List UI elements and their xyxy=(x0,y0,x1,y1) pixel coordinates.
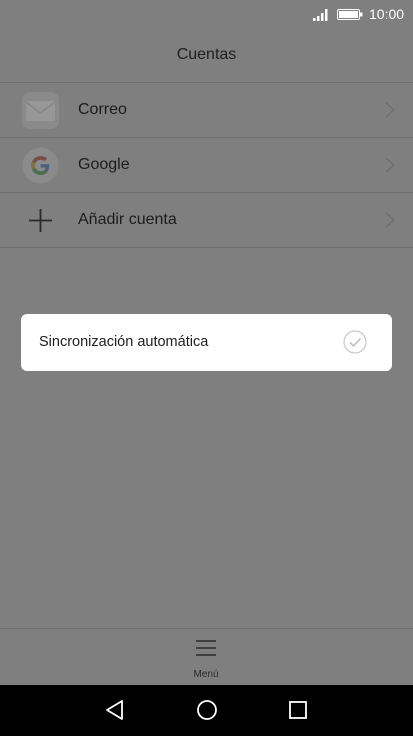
hamburger-icon xyxy=(196,640,216,656)
signal-icon xyxy=(313,9,328,21)
recents-square-icon[interactable] xyxy=(286,698,310,722)
auto-sync-dialog: Sincronización automática xyxy=(21,314,392,371)
list-item-label: Correo xyxy=(78,101,127,118)
status-time: 10:00 xyxy=(369,6,405,22)
chevron-right-icon xyxy=(385,157,396,173)
list-item-label: Google xyxy=(78,156,130,173)
list-item-label: Añadir cuenta xyxy=(78,211,177,228)
checkmark-icon[interactable] xyxy=(343,330,367,354)
list-item-correo[interactable]: Correo xyxy=(0,83,413,138)
chevron-right-icon xyxy=(385,212,396,228)
menu-label: Menú xyxy=(193,669,219,680)
list-item-add-account[interactable]: Añadir cuenta xyxy=(0,193,413,248)
status-bar: 10:00 xyxy=(0,0,413,28)
chevron-right-icon xyxy=(385,102,396,118)
page-title: Cuentas xyxy=(176,46,237,63)
google-icon xyxy=(22,147,59,184)
divider xyxy=(0,628,413,629)
list-item-google[interactable]: Google xyxy=(0,138,413,193)
battery-icon xyxy=(337,9,363,20)
menu-button[interactable]: Menú xyxy=(176,634,236,682)
mail-icon xyxy=(22,92,59,129)
accounts-list: Correo Google Añadir cuenta xyxy=(0,83,413,248)
plus-icon xyxy=(29,209,52,232)
auto-sync-label: Sincronización automática xyxy=(39,334,209,350)
navigation-bar xyxy=(0,685,413,736)
back-triangle-icon[interactable] xyxy=(103,698,127,722)
home-circle-icon[interactable] xyxy=(195,698,219,722)
